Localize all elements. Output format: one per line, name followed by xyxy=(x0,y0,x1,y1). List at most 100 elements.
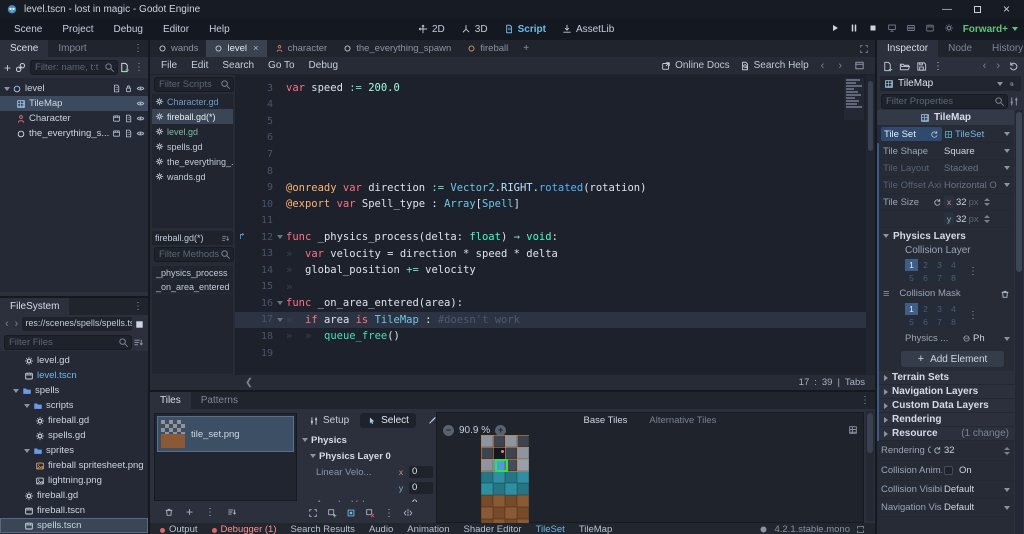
category-resource[interactable]: Resource (1 change) xyxy=(879,427,1014,441)
category-terrain-sets[interactable]: Terrain Sets xyxy=(879,371,1014,385)
filter-properties-input[interactable] xyxy=(881,93,1008,109)
code-line-15[interactable]: 15» xyxy=(235,279,875,296)
file-level-tscn[interactable]: level.tscn xyxy=(0,368,148,383)
category-custom-data-layers[interactable]: Custom Data Layers xyxy=(879,399,1014,413)
add-element-button[interactable]: + Add Element xyxy=(901,351,1004,367)
filesystem-menu-button[interactable]: ⋮ xyxy=(128,298,148,315)
class-section-header[interactable]: TileMap xyxy=(877,110,1014,125)
script-item-spells-gd[interactable]: spells.gd xyxy=(152,139,233,154)
save-resource-button[interactable] xyxy=(916,61,927,72)
tab-patterns[interactable]: Patterns xyxy=(191,392,248,409)
scene-menu-button[interactable]: ⋮ xyxy=(134,62,144,73)
script-history-back-button[interactable]: ‹ xyxy=(819,60,827,72)
online-docs-button[interactable]: Online Docs xyxy=(661,60,730,71)
file-fireball-tscn[interactable]: fireball.tscn xyxy=(0,503,148,518)
tile-set-value[interactable]: TileSet xyxy=(955,129,984,140)
code-line-9[interactable]: 9 @onready var direction := Vector2.RIGHT… xyxy=(235,179,875,196)
tile-size-x-property[interactable]: Tile Size x 32 px xyxy=(879,194,1014,211)
workspace-script[interactable]: Script xyxy=(504,24,546,35)
filesystem-filter-input[interactable] xyxy=(4,334,132,350)
physics-material-property[interactable]: Physics ... Ph xyxy=(879,330,1014,347)
collision-bit-7[interactable]: 7 xyxy=(933,272,946,284)
code-line-18[interactable]: 18»» queue_free() xyxy=(235,328,875,345)
instance-scene-button[interactable] xyxy=(15,62,26,73)
drag-handle-icon[interactable]: ≡ xyxy=(883,288,889,300)
tile-atlas-image[interactable] xyxy=(481,435,529,523)
scene-tab-the-everything-spawn[interactable]: the_everything_spawn xyxy=(335,40,459,57)
eye-icon[interactable] xyxy=(136,114,145,123)
add-node-button[interactable]: + xyxy=(4,61,11,75)
code-line-5[interactable]: 5 xyxy=(235,113,875,130)
code-line-11[interactable]: 11 xyxy=(235,212,875,229)
stop-button[interactable] xyxy=(868,23,878,36)
grid-snap-icon[interactable] xyxy=(848,425,858,435)
code-line-17[interactable]: 17» if area is TileMap : #doesn't work xyxy=(235,311,875,329)
linear-velocity-x[interactable]: 0 xyxy=(409,466,433,478)
property-tools-button[interactable] xyxy=(1009,96,1020,107)
center-view-button[interactable] xyxy=(308,508,318,518)
file-spells-gd[interactable]: spells.gd xyxy=(0,428,148,443)
navigation-visibility-property[interactable]: Navigation Visi... Default xyxy=(877,499,1014,517)
collision-bit-7[interactable]: 7 xyxy=(933,316,946,328)
scene-node-character[interactable]: Character xyxy=(0,111,148,126)
code-line-3[interactable]: 3 var speed := 200.0 xyxy=(235,80,875,97)
tool-select[interactable]: Select xyxy=(360,413,416,428)
resource-menu-button[interactable]: ⋮ xyxy=(933,61,943,72)
tile-menu-button[interactable]: ⋮ xyxy=(384,508,394,519)
bottom-tab-debugger-1-[interactable]: Debugger (1) xyxy=(211,524,277,534)
code-line-12[interactable]: ↱ 12 func _physics_process(delta: float) →… xyxy=(235,229,875,246)
movie-icon[interactable] xyxy=(112,129,121,138)
sort-files-button[interactable] xyxy=(133,337,144,348)
focus-file-button[interactable] xyxy=(134,319,145,330)
linear-velocity-y[interactable]: 0 xyxy=(409,482,433,494)
collision-bit-8[interactable]: 8 xyxy=(947,272,960,284)
code-scrollbar[interactable] xyxy=(866,75,875,374)
maximize-button[interactable] xyxy=(973,5,981,13)
menu-project[interactable]: Project xyxy=(54,21,101,38)
physics-layer0-section[interactable]: Physics Layer 0 xyxy=(319,451,391,462)
scene-tab-character[interactable]: character xyxy=(267,40,336,57)
zoom-out-button[interactable]: − xyxy=(443,425,454,436)
workspace-assetlib[interactable]: AssetLib xyxy=(562,24,614,35)
file-level-gd[interactable]: level.gd xyxy=(0,353,148,368)
script-item-level-gd[interactable]: level.gd xyxy=(152,124,233,139)
new-resource-button[interactable] xyxy=(882,61,893,72)
nav-back-button[interactable]: ‹ xyxy=(3,318,11,330)
category-rendering[interactable]: Rendering xyxy=(879,413,1014,427)
tile-set-property[interactable]: Tile Set TileSet xyxy=(877,126,1014,143)
code-line-4[interactable]: 4 xyxy=(235,97,875,114)
tile-source-tile-set-png[interactable]: tile_set.png xyxy=(157,416,294,452)
minimize-button[interactable]: — xyxy=(942,4,952,15)
bottom-tab-animation[interactable]: Animation xyxy=(407,524,449,534)
file-spells[interactable]: spells xyxy=(0,383,148,398)
scene-node-level[interactable]: level xyxy=(0,81,148,96)
scene-node-tilemap[interactable]: TileMap xyxy=(0,96,148,111)
physics-layers-section[interactable]: Physics Layers xyxy=(879,228,1014,244)
angular-velocity[interactable]: 0 xyxy=(409,498,433,502)
collision-mask-grid[interactable]: 1234 5678 xyxy=(905,303,960,328)
tile-panel-scrollbar[interactable] xyxy=(866,411,874,521)
indent-type[interactable]: Tabs xyxy=(845,377,865,388)
collision-bit-5[interactable]: 5 xyxy=(905,272,918,284)
code-line-14[interactable]: 14» global_position += velocity xyxy=(235,262,875,279)
attach-script-button[interactable] xyxy=(119,62,130,73)
tile-shape-property[interactable]: Tile Shape Square xyxy=(879,143,1014,160)
delete-layer-button[interactable] xyxy=(1000,289,1010,299)
tab-import[interactable]: Import xyxy=(48,40,96,57)
collision-bit-8[interactable]: 8 xyxy=(947,316,960,328)
scene-tab-level[interactable]: level × xyxy=(206,40,267,57)
distraction-free-button[interactable] xyxy=(853,40,875,57)
scene-tab-wands[interactable]: wands xyxy=(150,40,206,57)
checkbox[interactable] xyxy=(944,466,953,475)
tab-history[interactable]: History xyxy=(982,40,1024,57)
close-button[interactable]: × xyxy=(1003,2,1010,16)
script-history-forward-button[interactable]: › xyxy=(836,60,844,72)
sort-sources-button[interactable] xyxy=(227,507,237,517)
revert-icon[interactable] xyxy=(933,198,942,207)
tab-menu-button[interactable]: ⋮ xyxy=(855,392,875,409)
inspector-scrollbar[interactable] xyxy=(1015,110,1023,534)
scene-node-the-everything-s-[interactable]: the_everything_s... xyxy=(0,126,148,141)
remote-button[interactable] xyxy=(887,23,897,36)
collision-bit-6[interactable]: 6 xyxy=(919,272,932,284)
script-item-character-gd[interactable]: Character.gd xyxy=(152,94,233,109)
